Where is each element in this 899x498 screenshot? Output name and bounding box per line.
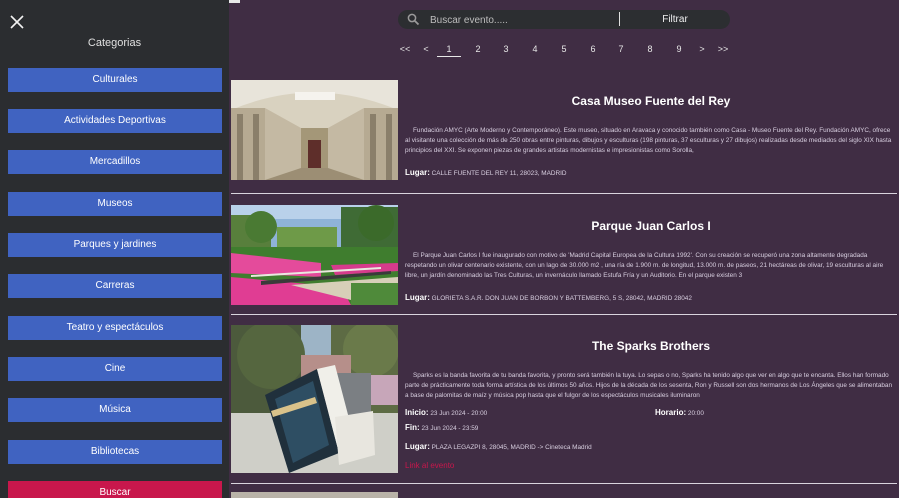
start-label: Inicio: [405,408,429,417]
time-value: 20:00 [687,410,704,417]
end-label: Fin: [405,423,420,432]
page-5-button[interactable]: 5 [552,44,576,54]
category-bibliotecas-button[interactable]: Bibliotecas [8,440,222,464]
event-location: Lugar: PLAZA LEGAZPI 8, 28045, MADRID ->… [405,442,592,451]
card-divider [231,193,897,194]
close-icon[interactable] [9,14,25,30]
event-card: Casa Museo Fuente del Rey Fundación AMYC… [231,80,897,195]
event-card: The Sparks Brothers Sparks es la banda f… [231,325,897,485]
event-image-next[interactable] [231,492,398,498]
event-end: Fin: 23 Jun 2024 - 23:59 [405,423,478,432]
location-value: CALLE FUENTE DEL REY 11, 28023, MADRID [431,170,567,177]
page-prev-button[interactable]: < [414,44,438,54]
event-link[interactable]: Link al evento [405,461,454,470]
category-musica-button[interactable]: Música [8,398,222,422]
page-8-button[interactable]: 8 [638,44,662,54]
event-image-sculpture[interactable] [231,325,398,473]
location-value: PLAZA LEGAZPI 8, 28045, MADRID -> Cinete… [431,444,592,451]
category-mercadillos-button[interactable]: Mercadillos [8,150,222,174]
event-description: Fundación AMYC (Arte Moderno y Contempor… [405,127,892,154]
filter-button[interactable]: Filtrar [620,10,730,29]
card-divider [231,314,897,315]
time-label: Horario: [655,408,687,417]
page-9-button[interactable]: 9 [667,44,691,54]
event-title: Parque Juan Carlos I [591,219,711,233]
category-culturales-button[interactable]: Culturales [8,68,222,92]
location-label: Lugar: [405,442,430,451]
location-label: Lugar: [405,168,430,177]
event-card: Parque Juan Carlos I El Parque Juan Carl… [231,205,897,315]
event-description: Sparks es la banda favorita de tu banda … [405,372,893,399]
category-cine-button[interactable]: Cine [8,357,222,381]
page-3-button[interactable]: 3 [494,44,518,54]
search-icon [407,13,420,26]
event-title: The Sparks Brothers [591,339,711,353]
card-divider [231,483,897,484]
start-value: 23 Jun 2024 - 20:00 [430,410,488,417]
page-1-button[interactable]: 1 [437,44,461,57]
event-search-bar: Filtrar [398,10,730,30]
event-time: Horario: 20:00 [655,408,704,417]
category-carreras-button[interactable]: Carreras [8,274,222,298]
event-start: Inicio: 23 Jun 2024 - 20:00 [405,408,487,417]
location-label: Lugar: [405,293,430,302]
sidebar-title: Categorias [87,37,142,49]
category-museos-button[interactable]: Museos [8,192,222,216]
end-value: 23 Jun 2024 - 23:59 [421,425,479,432]
page-4-button[interactable]: 4 [523,44,547,54]
page-6-button[interactable]: 6 [581,44,605,54]
location-value: GLORIETA S.A.R. DON JUAN DE BORBON Y BAT… [431,295,692,302]
category-parques-button[interactable]: Parques y jardines [8,233,222,257]
event-title: Casa Museo Fuente del Rey [571,94,731,108]
page-2-button[interactable]: 2 [466,44,490,54]
event-image-park[interactable] [231,205,398,305]
page-last-button[interactable]: >> [711,44,735,54]
event-location: Lugar: GLORIETA S.A.R. DON JUAN DE BORBO… [405,293,692,302]
event-description: El Parque Juan Carlos I fue inaugurado c… [405,252,884,279]
event-image-museum[interactable] [231,80,398,180]
page-7-button[interactable]: 7 [609,44,633,54]
category-sidebar: Categorias Culturales Actividades Deport… [0,0,229,498]
category-actividades-deportivas-button[interactable]: Actividades Deportivas [8,109,222,133]
event-location: Lugar: CALLE FUENTE DEL REY 11, 28023, M… [405,168,567,177]
category-teatro-button[interactable]: Teatro y espectáculos [8,316,222,340]
event-card [231,492,897,498]
search-input[interactable] [428,11,618,30]
buscar-button[interactable]: Buscar [8,481,222,498]
